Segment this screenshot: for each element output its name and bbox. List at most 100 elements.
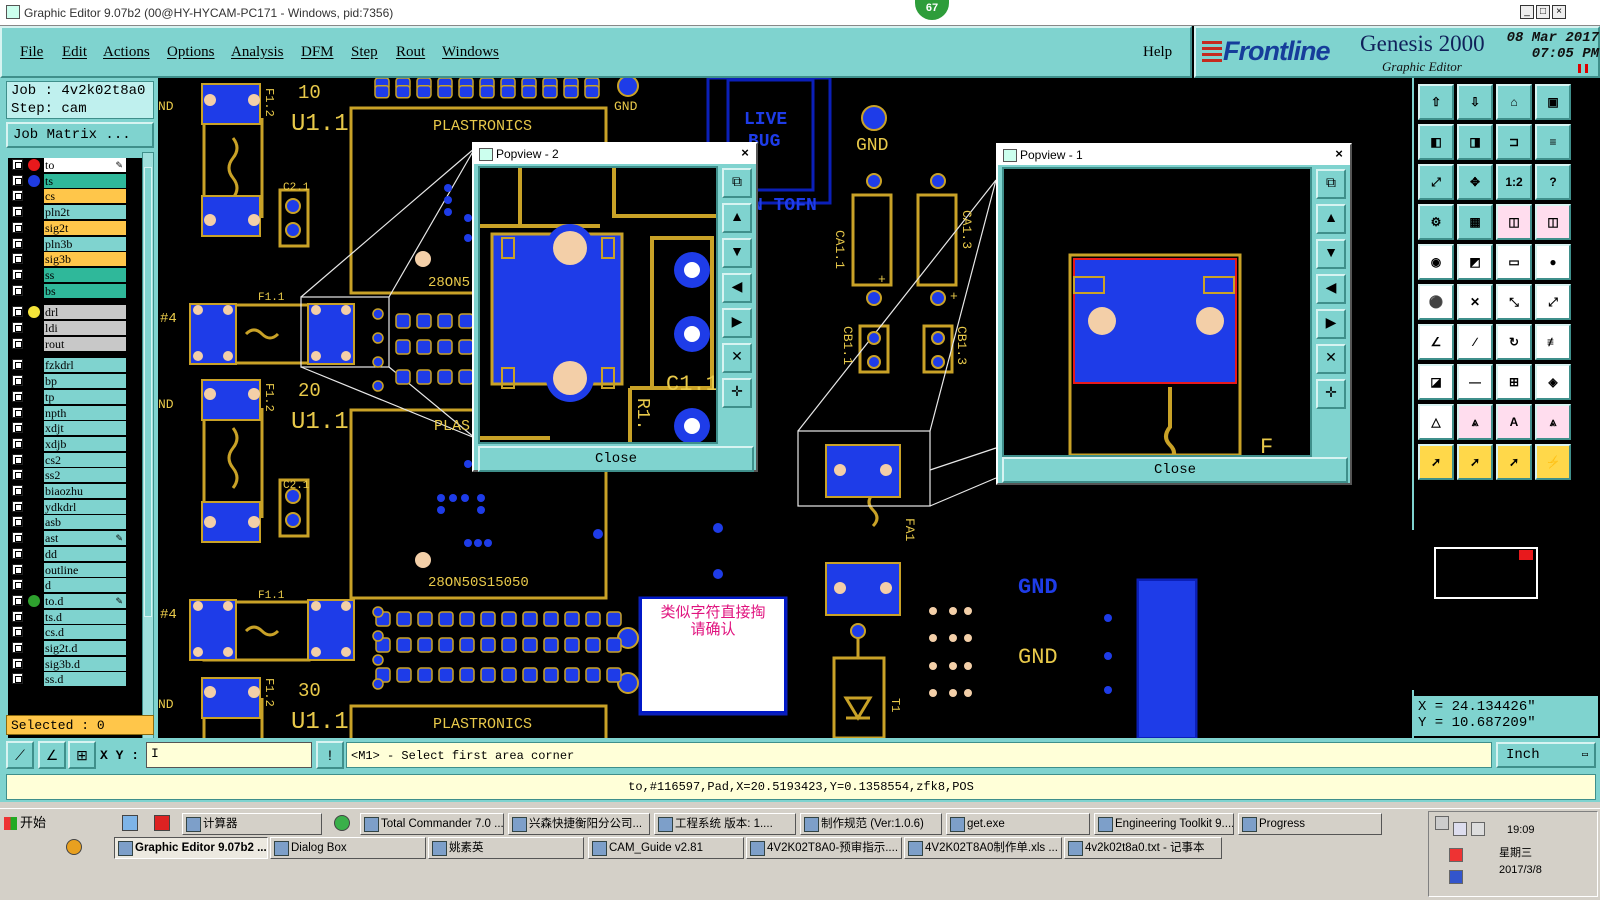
pdf-icon[interactable] bbox=[154, 815, 170, 831]
layer-display-dot[interactable] bbox=[28, 594, 40, 607]
snap-icon[interactable]: ⟋ bbox=[6, 741, 34, 769]
popview-1-close-icon[interactable]: × bbox=[1332, 147, 1346, 161]
angle-tool-icon[interactable]: ∠ bbox=[1418, 324, 1454, 360]
layer-name[interactable]: pln2t bbox=[44, 205, 126, 220]
layer-row-sig3b-d[interactable]: sig3b.d bbox=[8, 656, 142, 671]
layer-row-ss[interactable]: ss bbox=[8, 267, 142, 282]
corner-tool-icon[interactable]: ◪ bbox=[1418, 364, 1454, 400]
shape-tool-icon[interactable]: ◩ bbox=[1457, 244, 1493, 280]
layer-scrollbar[interactable] bbox=[142, 152, 154, 788]
layer-checkbox[interactable] bbox=[12, 284, 23, 296]
layer-name[interactable]: ydkdrl bbox=[44, 499, 126, 514]
maximize-button[interactable]: □ bbox=[1536, 5, 1550, 19]
taskbar-item[interactable]: Progress bbox=[1238, 813, 1382, 835]
frame-tool-icon[interactable]: ▣ bbox=[1535, 84, 1571, 120]
layer-row-ss2[interactable]: ss2 bbox=[8, 468, 142, 483]
menu-rout[interactable]: Rout bbox=[396, 44, 425, 61]
menu-analysis[interactable]: Analysis bbox=[231, 44, 284, 61]
layer-row-cs2[interactable]: cs2 bbox=[8, 452, 142, 467]
help-tool-icon[interactable]: ? bbox=[1535, 164, 1571, 200]
menu-help[interactable]: Help bbox=[1143, 44, 1172, 61]
net-tool-icon[interactable]: ◫ bbox=[1496, 204, 1532, 240]
config-tool-icon[interactable]: ⚙ bbox=[1418, 204, 1454, 240]
layer-checkbox[interactable] bbox=[12, 406, 23, 418]
layer-name[interactable]: bs bbox=[44, 283, 126, 298]
layer-name[interactable]: ts.d bbox=[44, 609, 126, 624]
layer-row-npth[interactable]: npth bbox=[8, 405, 142, 420]
layer-name[interactable]: sig2t.d bbox=[44, 641, 126, 655]
list-tool-icon[interactable]: ≡ bbox=[1535, 124, 1571, 160]
start-button[interactable]: 开始 bbox=[2, 813, 54, 835]
layer-name[interactable]: sig3b.d bbox=[44, 656, 126, 671]
alert-icon[interactable]: ! bbox=[316, 741, 344, 769]
layer-name[interactable]: rout bbox=[44, 336, 126, 351]
line-tool-icon[interactable]: ∕ bbox=[1457, 324, 1493, 360]
measure-tool-icon[interactable]: ⊞ bbox=[1496, 364, 1532, 400]
layer-row-drl[interactable]: drl bbox=[8, 305, 142, 320]
layer-name[interactable]: drl bbox=[44, 305, 126, 320]
layer-checkbox[interactable] bbox=[12, 159, 23, 170]
layer-row-tp[interactable]: tp bbox=[8, 389, 142, 404]
measure-icon[interactable]: ∠ bbox=[38, 741, 66, 769]
layer-checkbox[interactable] bbox=[12, 594, 23, 606]
menu-actions[interactable]: Actions bbox=[103, 44, 150, 61]
layer-row-dd[interactable]: dd bbox=[8, 546, 142, 561]
grid-icon[interactable]: ⊞ bbox=[68, 741, 96, 769]
popview-2-window[interactable]: Popview - 2 × C1.1 R1. ⧉ ▲ ▼ ◀ ▶ ✕ ✛ Clo… bbox=[472, 142, 758, 472]
layer-name[interactable]: ss bbox=[44, 267, 126, 282]
pan-left-tool-icon[interactable]: ◧ bbox=[1418, 124, 1454, 160]
taskbar-item[interactable]: 工程系统 版本: 1.... bbox=[654, 813, 796, 835]
layer-checkbox[interactable] bbox=[12, 579, 23, 591]
layer-name[interactable]: cs2 bbox=[44, 452, 126, 467]
layer-row-bp[interactable]: bp bbox=[8, 374, 142, 389]
net2-tool-icon[interactable]: ◫ bbox=[1535, 204, 1571, 240]
layer-name[interactable]: ldi bbox=[44, 321, 126, 335]
layer-name[interactable]: to.d ✎ bbox=[44, 593, 126, 608]
tray-icon-1[interactable] bbox=[1435, 816, 1449, 830]
layer-checkbox[interactable] bbox=[12, 626, 23, 638]
layer-row-ts-d[interactable]: ts.d bbox=[8, 609, 142, 624]
pan-right-icon[interactable]: ▶ bbox=[1316, 309, 1346, 339]
menu-step[interactable]: Step bbox=[351, 44, 378, 61]
menu-file[interactable]: File bbox=[20, 44, 43, 61]
layer-checkbox[interactable] bbox=[12, 174, 23, 186]
move-down-tool-icon[interactable]: ⇩ bbox=[1457, 84, 1493, 120]
layer-name[interactable]: ss2 bbox=[44, 468, 126, 483]
layer-checkbox[interactable] bbox=[12, 500, 23, 512]
layer-row-sig2t-d[interactable]: sig2t.d bbox=[8, 641, 142, 655]
zoom-fit-icon[interactable]: ⧉ bbox=[1316, 169, 1346, 199]
menu-options[interactable]: Options bbox=[167, 44, 215, 61]
zoom-out-icon[interactable]: ✕ bbox=[1316, 344, 1346, 374]
layer-checkbox[interactable] bbox=[12, 485, 23, 496]
stretch-tool-icon[interactable]: ⤢ bbox=[1535, 284, 1571, 320]
layer-checkbox[interactable] bbox=[12, 237, 23, 249]
resize-tool-icon[interactable]: ⤡ bbox=[1496, 284, 1532, 320]
layer-checkbox[interactable] bbox=[12, 190, 23, 202]
minimize-button[interactable]: _ bbox=[1520, 5, 1534, 19]
triangle-tool-icon[interactable]: △ bbox=[1418, 404, 1454, 440]
pan-right-tool-icon[interactable]: ◨ bbox=[1457, 124, 1493, 160]
layer-row-cs[interactable]: cs bbox=[8, 189, 142, 204]
taskbar-item[interactable]: Total Commander 7.0 ... bbox=[360, 813, 504, 835]
layer-name[interactable]: sig3b bbox=[44, 252, 126, 267]
job-matrix-button[interactable]: Job Matrix ... bbox=[6, 122, 154, 148]
pan-up-icon[interactable]: ▲ bbox=[1316, 204, 1346, 234]
arrow-tool-icon[interactable]: ⩓ bbox=[1457, 404, 1493, 440]
parallel-tool-icon[interactable]: ≢ bbox=[1535, 324, 1571, 360]
layer-checkbox[interactable] bbox=[12, 206, 23, 218]
overview-map[interactable] bbox=[1412, 530, 1600, 690]
layer-row-bs[interactable]: bs bbox=[8, 283, 142, 298]
layer-name[interactable]: dd bbox=[44, 546, 126, 561]
layer-display-dot[interactable] bbox=[28, 306, 40, 319]
layer-display-dot[interactable] bbox=[28, 174, 40, 187]
zoom-fit-tool-icon[interactable]: ⤢ bbox=[1418, 164, 1454, 200]
taskbar-item[interactable]: CAM_Guide v2.81 bbox=[588, 837, 744, 859]
layer-checkbox[interactable] bbox=[12, 657, 23, 669]
node-tool-icon[interactable]: ⚫ bbox=[1418, 284, 1454, 320]
layer-name[interactable]: xdjb bbox=[44, 436, 126, 451]
layer-row-outline[interactable]: outline bbox=[8, 562, 142, 577]
layer-row-ss-d[interactable]: ss.d bbox=[8, 672, 142, 687]
layer-row-xdjb[interactable]: xdjb bbox=[8, 436, 142, 451]
popview-2-viewport[interactable]: C1.1 R1. bbox=[478, 166, 718, 444]
taskbar-item[interactable]: 计算器 bbox=[182, 813, 322, 835]
